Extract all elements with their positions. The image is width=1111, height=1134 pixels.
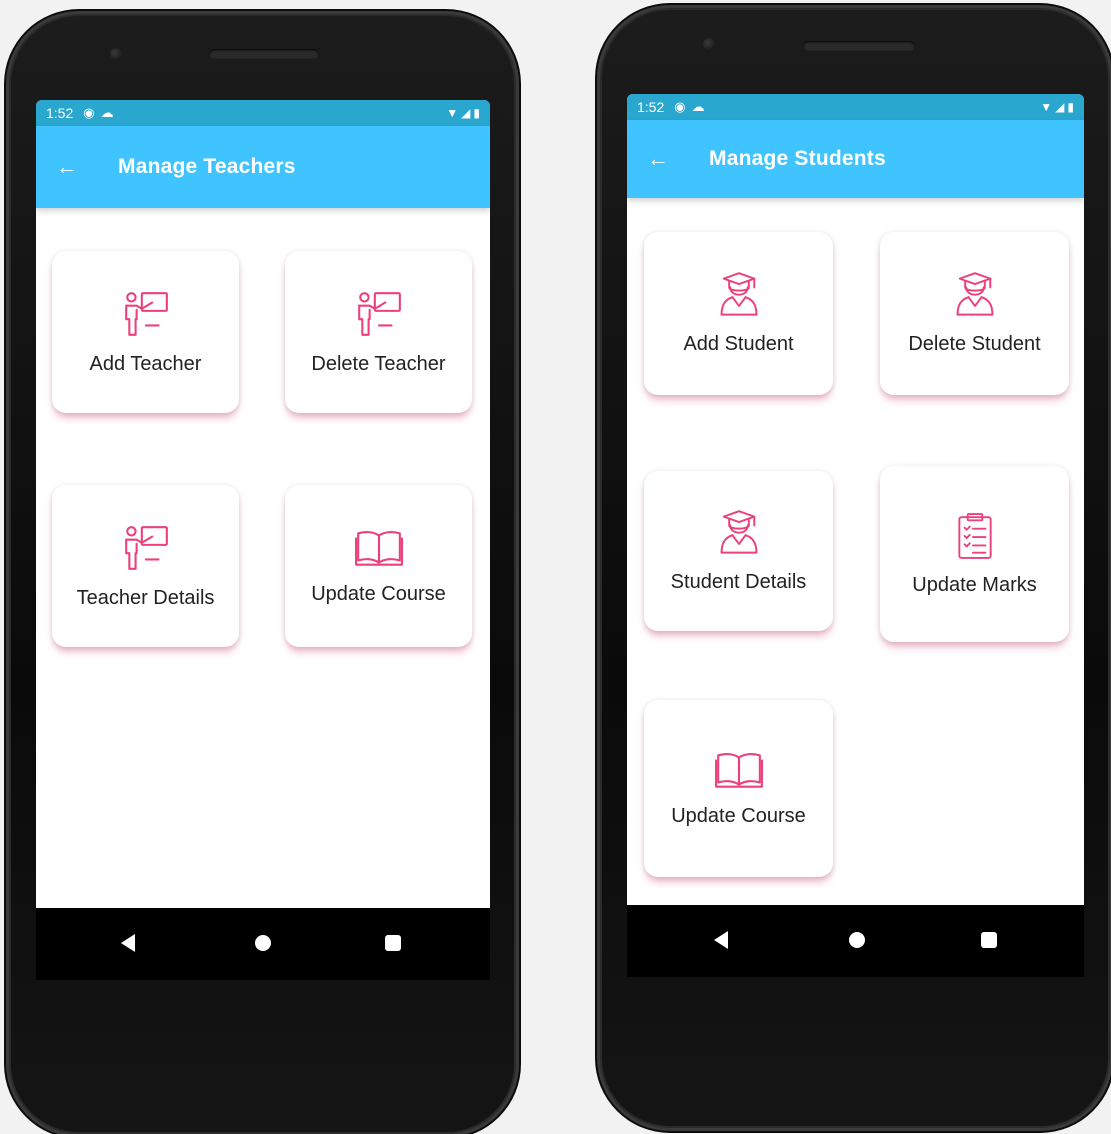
teacher-board-icon [121, 289, 171, 339]
book-icon [714, 749, 764, 791]
update-marks-card[interactable]: Update Marks [880, 466, 1069, 642]
update-course-card[interactable]: Update Course [285, 485, 472, 647]
student-details-card[interactable]: Student Details [644, 471, 833, 631]
card-label: Student Details [670, 570, 807, 593]
app-bar: ← Manage Students [627, 120, 1084, 198]
nav-recents-icon[interactable] [981, 932, 997, 948]
card-label: Teacher Details [76, 586, 215, 609]
phone-frame-students: 1:52 ◉ ☁ ▼ ◢ ▮ ← Manage Students Add Stu… [600, 8, 1110, 1128]
status-bar: 1:52 ◉ ☁ ▼ ◢ ▮ [36, 100, 490, 126]
teacher-board-icon [354, 289, 404, 339]
earpiece-speaker [803, 41, 915, 51]
signal-icon: ◢ [1055, 100, 1065, 114]
card-label: Update Course [671, 805, 806, 827]
front-camera [703, 38, 715, 50]
graduate-icon [717, 271, 761, 319]
nav-recents-icon[interactable] [385, 935, 401, 951]
add-teacher-card[interactable]: Add Teacher [52, 251, 239, 413]
app-bar: ← Manage Teachers [36, 126, 490, 208]
front-camera [110, 48, 122, 60]
card-label: Delete Student [908, 333, 1041, 355]
teacher-board-icon [121, 523, 171, 573]
cloud-icon: ☁ [691, 99, 705, 114]
battery-icon: ▮ [473, 106, 480, 120]
wifi-icon: ▼ [1040, 100, 1053, 114]
page-title: Manage Teachers [118, 155, 296, 178]
status-time: 1:52 [637, 99, 665, 115]
card-label: Update Course [311, 582, 446, 605]
book-icon [354, 527, 404, 569]
clipboard-icon [956, 512, 994, 560]
card-label: Update Marks [912, 573, 1037, 596]
nav-back-icon[interactable] [714, 931, 728, 949]
signal-icon: ◢ [461, 106, 471, 120]
nav-home-icon[interactable] [849, 932, 865, 948]
teachers-screen: 1:52 ◉ ☁ ▼ ◢ ▮ ← Manage Teachers Add Tea… [36, 100, 490, 980]
nav-home-icon[interactable] [255, 935, 271, 951]
battery-icon: ▮ [1067, 100, 1074, 114]
earpiece-speaker [209, 49, 319, 59]
graduate-icon [717, 509, 761, 557]
status-bar: 1:52 ◉ ☁ ▼ ◢ ▮ [627, 94, 1084, 120]
android-nav-bar [627, 905, 1084, 977]
page-title: Manage Students [709, 147, 886, 170]
phone-frame-teachers: 1:52 ◉ ☁ ▼ ◢ ▮ ← Manage Teachers Add Tea… [9, 14, 516, 1134]
update-course-card[interactable]: Update Course [644, 700, 833, 877]
notification-icon: ◉ [83, 105, 95, 120]
teacher-details-card[interactable]: Teacher Details [52, 485, 239, 647]
status-time: 1:52 [46, 105, 74, 121]
wifi-icon: ▼ [446, 106, 459, 120]
back-arrow-icon[interactable]: ← [647, 148, 671, 170]
card-label: Add Student [683, 333, 794, 355]
add-student-card[interactable]: Add Student [644, 232, 833, 395]
card-label: Delete Teacher [311, 352, 446, 375]
android-nav-bar [36, 908, 490, 980]
delete-student-card[interactable]: Delete Student [880, 232, 1069, 395]
graduate-icon [953, 271, 997, 319]
students-screen: 1:52 ◉ ☁ ▼ ◢ ▮ ← Manage Students Add Stu… [627, 94, 1084, 977]
back-arrow-icon[interactable]: ← [56, 156, 80, 178]
delete-teacher-card[interactable]: Delete Teacher [285, 251, 472, 413]
card-label: Add Teacher [89, 352, 202, 375]
notification-icon: ◉ [674, 99, 686, 114]
cloud-icon: ☁ [100, 105, 114, 120]
nav-back-icon[interactable] [121, 934, 135, 952]
